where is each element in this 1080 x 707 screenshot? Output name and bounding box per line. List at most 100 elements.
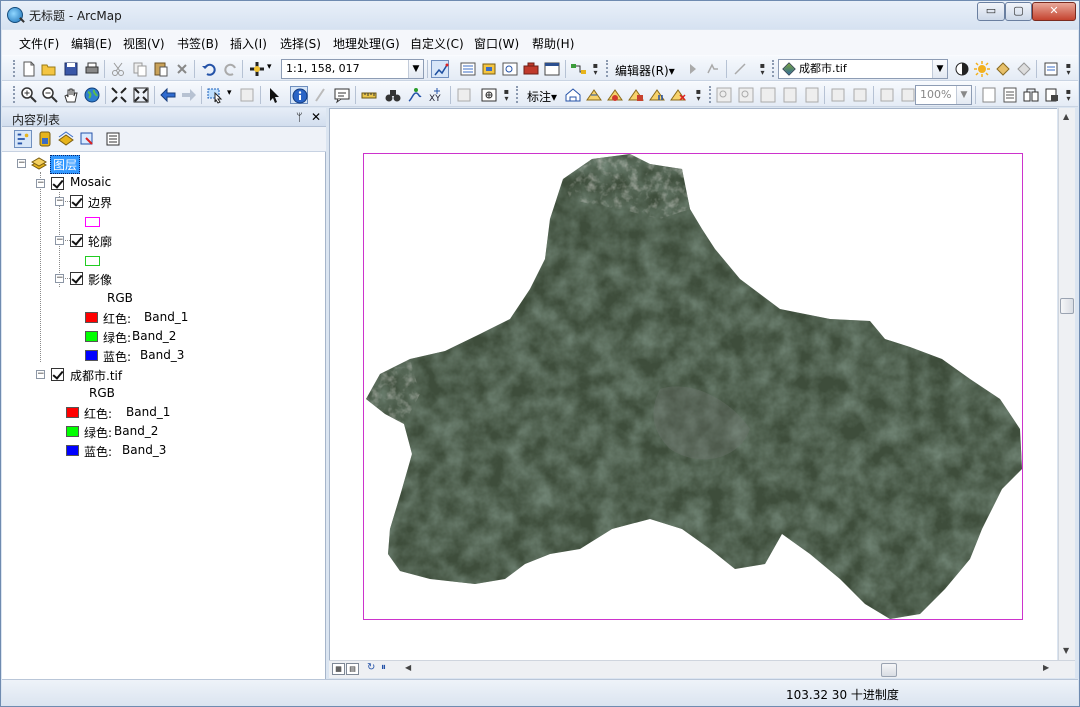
hyperlink-icon[interactable] [312, 86, 330, 104]
clear-selection-icon[interactable] [238, 86, 256, 104]
focus-data-frame-icon[interactable] [1001, 86, 1019, 104]
add-data-dropdown-icon[interactable]: ▾ [267, 62, 272, 72]
arcmap-app-icon[interactable] [7, 7, 23, 23]
labeling-menu[interactable]: 标注▾ [527, 88, 557, 105]
layers-root-label[interactable]: 图层 [50, 155, 81, 174]
zoom-100-percent-icon[interactable] [803, 86, 821, 104]
cut-icon[interactable] [109, 60, 127, 78]
toc-options-icon[interactable] [104, 130, 122, 148]
mosaic-visibility-checkbox[interactable] [51, 177, 64, 190]
toolbar-grip[interactable] [606, 60, 609, 77]
toolbar-grip[interactable] [516, 86, 519, 103]
catalog-icon[interactable] [480, 60, 498, 78]
arctoolbox-icon[interactable] [522, 60, 540, 78]
outline-layer-label[interactable]: 轮廓 [88, 233, 112, 250]
scroll-left-icon[interactable]: ◀ [405, 663, 411, 672]
boundary-layer-label[interactable]: 边界 [88, 194, 112, 211]
collapse-mosaic-icon[interactable]: − [36, 179, 45, 188]
save-icon[interactable] [62, 60, 80, 78]
toolbar-overflow-icon[interactable]: ▪ ▾ [694, 88, 703, 103]
raster-layer-label[interactable]: 成都市.tif [70, 367, 122, 384]
zoom-percent-combo[interactable]: 100% ▼ [915, 85, 972, 105]
toc-close-icon[interactable]: ✕ [311, 110, 321, 124]
search-window-icon[interactable] [501, 60, 519, 78]
straight-segment-icon[interactable] [731, 60, 749, 78]
raster-green-band-swatch[interactable] [66, 426, 79, 437]
vertical-scroll-thumb[interactable] [1060, 298, 1074, 314]
view-unplaced-labels-icon[interactable] [669, 86, 687, 104]
select-features-icon[interactable] [206, 86, 224, 104]
pin-icon[interactable]: ᛘ [296, 111, 303, 124]
toolbar-grip[interactable] [13, 60, 16, 77]
maximize-button[interactable]: ▢ [1005, 2, 1032, 21]
chevron-down-icon[interactable]: ▼ [956, 86, 971, 104]
collapse-outline-icon[interactable]: − [55, 236, 64, 245]
html-popup-icon[interactable] [333, 86, 351, 104]
list-by-source-icon[interactable] [36, 130, 54, 148]
mosaic-green-band-swatch[interactable] [85, 331, 98, 342]
zoom-in-icon[interactable] [20, 86, 38, 104]
toolbar-grip[interactable] [772, 60, 775, 77]
table-of-contents-icon[interactable] [459, 60, 477, 78]
raster-red-band-swatch[interactable] [66, 407, 79, 418]
list-by-selection-icon[interactable] [78, 130, 96, 148]
list-by-drawing-order-icon[interactable] [14, 130, 32, 148]
copy-icon[interactable] [131, 60, 149, 78]
collapse-layers-icon[interactable]: − [17, 159, 26, 168]
add-data-icon[interactable] [248, 60, 266, 78]
layout-zoom-in-icon[interactable] [715, 86, 733, 104]
menu-geoprocessing[interactable]: 地理处理(G) [333, 35, 400, 52]
map-display[interactable] [329, 108, 1057, 660]
outline-symbol-swatch[interactable] [85, 256, 100, 266]
print-icon[interactable] [83, 60, 101, 78]
pan-hand-icon[interactable] [62, 86, 80, 104]
go-to-xy-icon[interactable]: XY [428, 86, 446, 104]
layout-view-button-icon[interactable]: ▤ [346, 663, 359, 675]
forward-arrow-icon[interactable] [180, 86, 198, 104]
find-binoculars-icon[interactable] [384, 86, 402, 104]
boundary-symbol-swatch[interactable] [85, 217, 100, 227]
pause-drawing-icon[interactable]: ⏸ [381, 662, 386, 673]
map-scale-combo[interactable]: 1:1, 158, 017 ▼ [281, 59, 424, 79]
fixed-zoom-in-icon[interactable] [110, 86, 128, 104]
editor-toolbar-icon[interactable] [431, 60, 449, 78]
identify-info-icon[interactable] [290, 86, 308, 104]
redo-icon[interactable] [222, 60, 240, 78]
toolbar-grip[interactable] [709, 86, 712, 103]
create-viewer-window-icon[interactable] [480, 86, 498, 104]
menu-view[interactable]: 视图(V) [123, 35, 165, 52]
open-folder-icon[interactable] [40, 60, 58, 78]
pause-labeling-icon[interactable] [648, 86, 666, 104]
boundary-visibility-checkbox[interactable] [70, 195, 83, 208]
data-driven-pages-icon[interactable] [1043, 86, 1061, 104]
toolbar-overflow-icon[interactable]: ▪ ▾ [1064, 88, 1073, 103]
lock-labels-icon[interactable] [627, 86, 645, 104]
brightness-icon[interactable] [973, 60, 991, 78]
paste-icon[interactable] [152, 60, 170, 78]
scroll-down-icon[interactable]: ▼ [1063, 646, 1069, 655]
menu-selection[interactable]: 选择(S) [280, 35, 321, 52]
horizontal-scroll-thumb[interactable] [881, 663, 897, 677]
toolbar-overflow-icon[interactable]: ▪ ▾ [502, 88, 511, 103]
time-slider-icon[interactable] [455, 86, 473, 104]
zoom-out-icon[interactable] [41, 86, 59, 104]
fixed-zoom-out-layout-icon[interactable] [851, 86, 869, 104]
mosaic-layer-label[interactable]: Mosaic [70, 175, 111, 189]
menu-file[interactable]: 文件(F) [19, 35, 59, 52]
scroll-up-icon[interactable]: ▲ [1063, 112, 1069, 121]
data-view-button-icon[interactable]: ▦ [332, 663, 345, 675]
menu-windows[interactable]: 窗口(W) [474, 35, 519, 52]
transparency-icon[interactable] [994, 60, 1012, 78]
mosaic-red-band-swatch[interactable] [85, 312, 98, 323]
edit-tool-icon[interactable] [684, 60, 702, 78]
toolbar-overflow-icon[interactable]: ▪ ▾ [758, 62, 767, 77]
map-vertical-scrollbar[interactable]: ▲ ▼ [1058, 108, 1075, 660]
close-button[interactable]: ✕ [1032, 2, 1076, 21]
image-layer-label[interactable]: 影像 [88, 271, 112, 288]
go-back-extent-icon[interactable] [878, 86, 896, 104]
editor-menu[interactable]: 编辑器(R)▾ [615, 62, 675, 79]
delete-icon[interactable] [173, 60, 191, 78]
chevron-down-icon[interactable]: ▼ [932, 60, 947, 78]
image-visibility-checkbox[interactable] [70, 272, 83, 285]
list-by-visibility-icon[interactable] [57, 130, 75, 148]
